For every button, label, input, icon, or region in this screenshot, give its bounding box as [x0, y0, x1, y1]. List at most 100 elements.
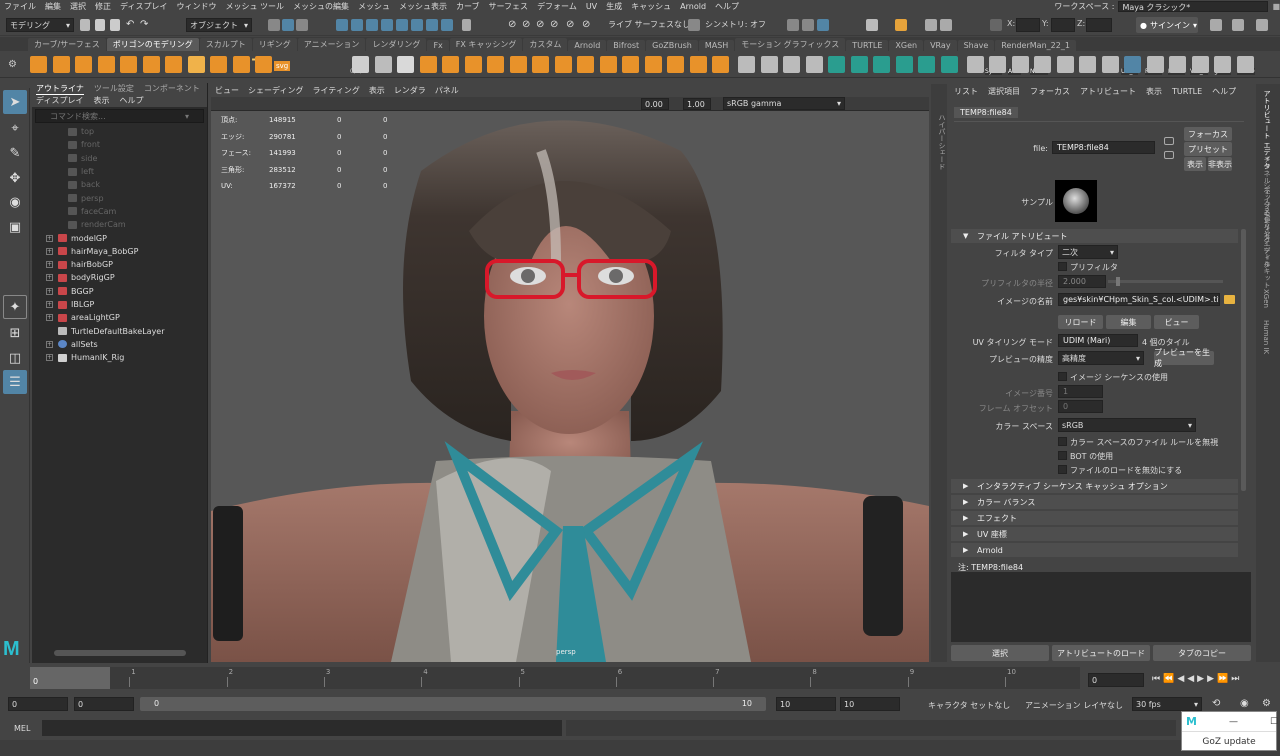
ae-menu-focus[interactable]: フォーカス — [1030, 86, 1070, 97]
snap-surface-icon[interactable]: ⊘ — [566, 19, 578, 31]
vp-menu-lighting[interactable]: ライティング — [312, 85, 359, 96]
new-scene-icon[interactable] — [80, 19, 90, 31]
shelf-tab[interactable]: XGen — [889, 40, 924, 51]
step-back-icon[interactable]: ◀ — [1177, 674, 1187, 684]
expand-icon[interactable]: + — [46, 274, 53, 282]
step-forward-key-icon[interactable]: ⏩ — [1217, 674, 1231, 684]
tab-tool-settings[interactable]: ツール設定 — [94, 83, 134, 95]
vp-menu-panels[interactable]: パネル — [435, 85, 459, 96]
shelf-tab[interactable]: MASH — [698, 40, 735, 51]
render-frame-icon[interactable] — [802, 19, 814, 31]
shelf-tool-icon[interactable] — [989, 56, 1006, 73]
mask-render-icon[interactable] — [441, 19, 453, 31]
menu-file[interactable]: ファイル — [4, 1, 36, 12]
range-end-field[interactable]: 10 — [776, 697, 836, 711]
outliner-item[interactable]: left — [32, 165, 207, 178]
outliner-item[interactable]: + hairBobGP — [32, 258, 207, 271]
anim-prefs-icon[interactable]: ⚙ — [1262, 698, 1271, 709]
snap-grid-icon[interactable]: ⊘ — [508, 19, 520, 31]
outliner-menu-help[interactable]: ヘルプ — [119, 95, 143, 107]
move-tool-icon[interactable]: ✥ — [3, 166, 27, 190]
svg-icon[interactable]: svg — [274, 61, 291, 71]
shelf-tool-icon[interactable] — [850, 56, 868, 73]
shelf-tool-icon[interactable] — [120, 56, 137, 73]
presets-button[interactable]: プリセット — [1184, 142, 1232, 156]
select-hierarchy-icon[interactable] — [268, 19, 280, 31]
shelf-tool-icon[interactable] — [52, 56, 70, 73]
edit-button[interactable]: 編集 — [1106, 315, 1151, 329]
shelf-tool-icon[interactable] — [75, 56, 92, 73]
shelf-tool-icon[interactable] — [30, 56, 47, 73]
section-color-balance[interactable]: ▶ カラー バランス — [951, 495, 1238, 509]
section-arnold[interactable]: ▶ Arnold — [951, 543, 1238, 557]
shelf-tool-icon[interactable] — [1011, 56, 1029, 73]
rotate-tool-icon[interactable]: ◉ — [3, 190, 27, 214]
toolbar-icon-1[interactable] — [1210, 19, 1222, 31]
start-time-field[interactable]: 0 — [8, 697, 68, 711]
menu-curves[interactable]: カーブ — [456, 1, 480, 12]
selection-mode-dropdown[interactable]: オブジェクト ▾ — [186, 18, 252, 32]
fps-dropdown[interactable]: 30 fps ▾ — [1132, 697, 1202, 711]
notes-textarea[interactable] — [951, 572, 1251, 642]
shelf-tool-icon[interactable] — [918, 56, 935, 73]
scale-tool-icon[interactable]: ▣ — [3, 215, 27, 239]
shelf-tool-icon[interactable] — [187, 56, 205, 73]
snap-view-icon[interactable]: ⊘ — [550, 19, 562, 31]
render-settings-icon[interactable] — [866, 19, 878, 31]
shelf-tab[interactable]: カスタム — [523, 38, 568, 51]
shelf-tool-icon[interactable] — [232, 56, 250, 73]
outliner-item[interactable]: side — [32, 152, 207, 165]
show-button[interactable]: 表示 — [1184, 157, 1206, 171]
shelf-tool-icon[interactable] — [577, 56, 594, 73]
goz-update-button[interactable]: GoZ update — [1182, 732, 1276, 752]
folder-icon[interactable] — [1224, 295, 1235, 304]
shelf-tab[interactable]: Fx — [427, 40, 449, 51]
range-bar[interactable]: 0 10 — [140, 697, 766, 711]
menu-modify[interactable]: 修正 — [95, 1, 111, 12]
current-frame-field[interactable]: 0 — [1088, 673, 1144, 687]
color-space-dropdown[interactable]: sRGB ▾ — [1058, 418, 1196, 432]
section-effects[interactable]: ▶ エフェクト — [951, 511, 1238, 525]
snap-point-icon[interactable]: ⊘ — [536, 19, 548, 31]
shelf-tab[interactable]: Bifrost — [607, 40, 646, 51]
current-time-marker[interactable]: 0 — [30, 667, 110, 689]
section-uv-coordinates[interactable]: ▶ UV 座標 — [951, 527, 1238, 541]
play-backwards-icon[interactable]: ◀ — [1187, 674, 1197, 684]
shelf-tab[interactable]: TURTLE — [846, 40, 889, 51]
outliner-scrollbar[interactable] — [54, 650, 186, 656]
signin-button[interactable]: ● サインイン ▾ — [1136, 17, 1198, 33]
shelf-tool-icon[interactable] — [689, 56, 707, 73]
expand-icon[interactable]: + — [46, 314, 53, 322]
vp-menu-renderer[interactable]: レンダラ — [394, 85, 426, 96]
vp-menu-show[interactable]: 表示 — [369, 85, 385, 96]
persp-outliner-icon[interactable]: ◫ — [3, 346, 27, 370]
menu-set-dropdown[interactable]: モデリング ▾ — [6, 18, 74, 32]
shelf-tab[interactable]: モーション グラフィックス — [735, 38, 846, 51]
expand-icon[interactable]: + — [46, 340, 53, 348]
menu-mesh[interactable]: メッシュ — [358, 1, 390, 12]
four-view-icon[interactable]: ⊞ — [3, 321, 27, 345]
live-surface-label[interactable]: ライブ サーフェスなし — [608, 19, 690, 30]
outliner-item[interactable]: + HumanIK_Rig — [32, 351, 207, 364]
tab-modeling-toolkit[interactable]: モデリング ツールキット — [1262, 209, 1272, 288]
mask-curve-icon[interactable] — [381, 19, 393, 31]
shelf-tool-icon[interactable] — [1236, 56, 1254, 73]
ignore-cs-rules-checkbox[interactable] — [1058, 437, 1067, 446]
use-bot-checkbox[interactable] — [1058, 451, 1067, 460]
mask-deform-icon[interactable] — [411, 19, 423, 31]
expand-icon[interactable]: + — [46, 234, 53, 242]
menu-uv[interactable]: UV — [586, 2, 597, 11]
shelf-tab[interactable]: レンダリング — [366, 38, 427, 51]
shelf-tool-icon[interactable] — [940, 56, 958, 73]
mask-handle-icon[interactable] — [351, 19, 363, 31]
expand-icon[interactable]: + — [46, 287, 53, 295]
image-name-field[interactable]: ges¥skin¥CHpm_Skin_S_col.<UDIM>.tif — [1058, 293, 1220, 306]
shelf-tool-icon[interactable] — [760, 56, 778, 73]
outliner-item[interactable]: renderCam — [32, 218, 207, 231]
shelf-tool-icon[interactable] — [374, 56, 392, 73]
toolbar-icon-2[interactable] — [1232, 19, 1244, 31]
undo-icon[interactable]: ↶ — [126, 19, 138, 31]
tab-outliner[interactable]: アウトライナ — [36, 83, 84, 95]
prefilter-radius-field[interactable]: 2.000 — [1058, 275, 1106, 288]
shelf-tool-icon[interactable] — [142, 56, 160, 73]
